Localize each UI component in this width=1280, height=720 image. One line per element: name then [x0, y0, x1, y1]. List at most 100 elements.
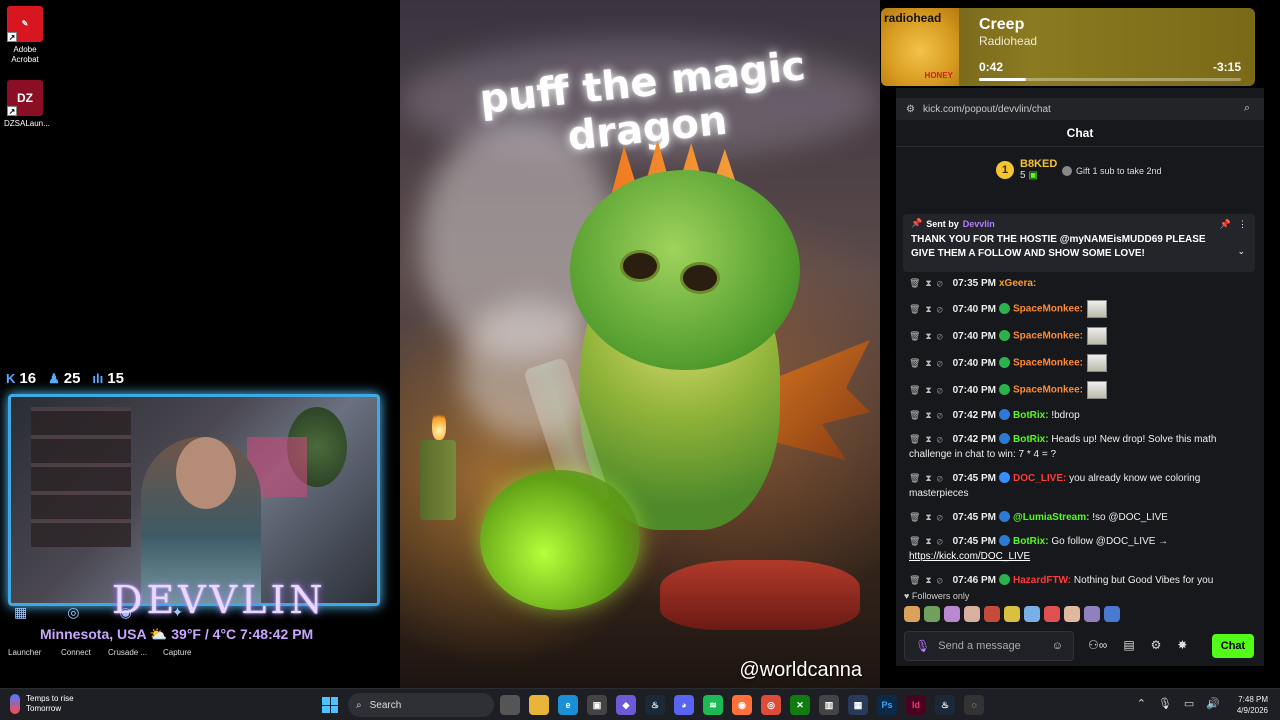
emote[interactable] [1044, 606, 1060, 622]
message-username[interactable]: SpaceMonkee: [1013, 358, 1083, 369]
message-username[interactable]: xGeera: [999, 278, 1036, 289]
weather-widget[interactable]: Temps to rise Tomorrow [10, 694, 74, 714]
emote[interactable] [1084, 606, 1100, 622]
taskbar-search[interactable]: ⌕ Search [348, 693, 494, 717]
leader-count: 5 [1020, 170, 1026, 181]
store-icon[interactable]: ▣ [587, 695, 607, 715]
copilot-icon[interactable]: ◆ [616, 695, 636, 715]
app-icon[interactable]: ▥ [819, 695, 839, 715]
xbox-icon[interactable]: ✕ [790, 695, 810, 715]
address-bar[interactable]: ⚙ kick.com/popout/devvlin/chat ⌕ [896, 98, 1264, 120]
message-username[interactable]: @LumiaStream: [1013, 512, 1089, 523]
emote[interactable] [1064, 606, 1080, 622]
badge-icon[interactable]: ✸ [1177, 638, 1187, 652]
emote[interactable] [984, 606, 1000, 622]
chrome-icon[interactable]: ◎ [761, 695, 781, 715]
emote[interactable] [964, 606, 980, 622]
emote[interactable] [1004, 606, 1020, 622]
moderation-icons[interactable]: 🗑⧗⊘ [909, 512, 948, 522]
chat-message: 🗑⧗⊘ 07:42 PM BotRix: Heads up! New drop! S… [909, 432, 1259, 462]
file-icon[interactable] [500, 695, 520, 715]
spotify-icon[interactable]: ≋ [703, 695, 723, 715]
site-settings-icon[interactable]: ⚙ [906, 104, 915, 115]
connect-icon: ◎ [67, 604, 80, 620]
capture-label[interactable]: Capture [163, 648, 191, 657]
connect-label[interactable]: Connect [61, 648, 91, 657]
moderation-icons[interactable]: 🗑⧗⊘ [909, 410, 948, 420]
emote[interactable] [1104, 606, 1120, 622]
moderation-icons[interactable]: 🗑⧗⊘ [909, 434, 948, 444]
dzsa-launcher-icon: DZ ↗ [7, 80, 43, 116]
edge-icon[interactable]: e [558, 695, 578, 715]
gear-icon[interactable]: ⚙ [1151, 638, 1162, 652]
message-input[interactable]: 🎙 Send a message ☺ [904, 631, 1074, 661]
acrobat-icon: ✎ ↗ [7, 6, 43, 42]
chat-message: 🗑⧗⊘ 07:45 PM DOC_LIVE: you already know we… [909, 471, 1259, 501]
emote-image [1087, 327, 1108, 345]
chat-message: 🗑⧗⊘ 07:45 PM @LumiaStream: !so @DOC_LIVE [909, 510, 1259, 525]
firefox-icon[interactable]: ◉ [732, 695, 752, 715]
moderation-icons[interactable]: 🗑⧗⊘ [909, 304, 948, 314]
message-username[interactable]: DOC_LIVE: [1013, 473, 1066, 484]
stream-brand: DEVVLIN [112, 578, 327, 622]
message-username[interactable]: SpaceMonkee: [1013, 331, 1083, 342]
emote[interactable] [1024, 606, 1040, 622]
moderation-icons[interactable]: 🗑⧗⊘ [909, 575, 948, 585]
emote[interactable] [924, 606, 940, 622]
message-username[interactable]: BotRix: [1013, 536, 1049, 547]
moderation-icons[interactable]: 🗑⧗⊘ [909, 536, 948, 546]
pin-icon: 📌 [911, 218, 923, 228]
emote[interactable] [944, 606, 960, 622]
store-icon[interactable]: ▤ [1123, 638, 1134, 652]
launcher-label[interactable]: Launcher [8, 648, 41, 657]
gift-prompt[interactable]: Gift 1 sub to take 2nd [1062, 166, 1162, 176]
steam-icon[interactable]: ♨ [645, 695, 665, 715]
user-badge-icon [998, 574, 1010, 585]
message-username[interactable]: SpaceMonkee: [1013, 385, 1083, 396]
dzsa-launcher-shortcut[interactable]: DZ ↗ DZSALaun... [4, 80, 50, 129]
microphone-icon[interactable]: 🎙 [915, 639, 930, 653]
emote[interactable] [904, 606, 920, 622]
acrobat-shortcut[interactable]: ✎ ↗ Adobe Acrobat [4, 6, 46, 65]
volume-icon[interactable]: 🔊 [1206, 697, 1220, 710]
chevron-up-icon[interactable]: ⌃ [1137, 697, 1146, 710]
chat-message: 🗑⧗⊘ 07:40 PM SpaceMonkee: [909, 354, 1259, 372]
message-link[interactable]: https://kick.com/DOC_LIVE [909, 551, 1030, 562]
clock[interactable]: 7:48 PM 4/9/2026 [1237, 694, 1268, 716]
message-time: 07:45 PM [952, 473, 996, 484]
search-icon[interactable]: ⌕ [1244, 102, 1250, 115]
moderation-icons[interactable]: 🗑⧗⊘ [909, 385, 948, 395]
crusade-label[interactable]: Crusade ... [108, 648, 147, 657]
photoshop-icon[interactable]: Ps [877, 695, 897, 715]
message-username[interactable]: BotRix: [1013, 434, 1049, 445]
unpin-icon[interactable]: 📌 [1220, 219, 1231, 230]
message-time: 07:45 PM [952, 512, 996, 523]
user-badge-icon [998, 433, 1010, 444]
message-username[interactable]: HazardFTW: [1013, 575, 1071, 586]
now-playing-card[interactable]: radiohead HONEY Creep Radiohead 0:42 -3:… [881, 8, 1255, 86]
moderation-icons[interactable]: 🗑⧗⊘ [909, 473, 948, 483]
start-button[interactable] [322, 697, 338, 713]
chevron-down-icon[interactable]: ⌄ [1237, 246, 1245, 257]
moderation-icons[interactable]: 🗑⧗⊘ [909, 278, 948, 288]
message-username[interactable]: BotRix: [1013, 410, 1049, 421]
message-text: !bdrop [1048, 410, 1080, 421]
people-icon[interactable]: ⚇∞ [1088, 638, 1107, 652]
track-progress[interactable] [979, 78, 1241, 81]
moderation-icons[interactable]: 🗑⧗⊘ [909, 358, 948, 368]
microphone-icon[interactable]: 🎙 [1158, 697, 1172, 710]
message-username[interactable]: SpaceMonkee: [1013, 304, 1083, 315]
moderation-icons[interactable]: 🗑⧗⊘ [909, 331, 948, 341]
discord-icon[interactable]: ◕ [674, 695, 694, 715]
network-icon[interactable]: ▭ [1184, 697, 1194, 710]
person-icon: ♟ [48, 370, 60, 386]
more-icon[interactable]: ⋮ [1238, 219, 1247, 230]
send-chat-button[interactable]: Chat [1212, 634, 1254, 658]
gift-leaderboard[interactable]: 1 B8KED 5 ▣ [996, 158, 1057, 181]
steam-icon[interactable]: ♨ [935, 695, 955, 715]
folder-icon[interactable] [529, 695, 549, 715]
indesign-icon[interactable]: Id [906, 695, 926, 715]
obs-icon[interactable]: ◌ [964, 695, 984, 715]
emoji-icon[interactable]: ☺ [1052, 640, 1063, 652]
calendar-icon[interactable]: ▦ [848, 695, 868, 715]
